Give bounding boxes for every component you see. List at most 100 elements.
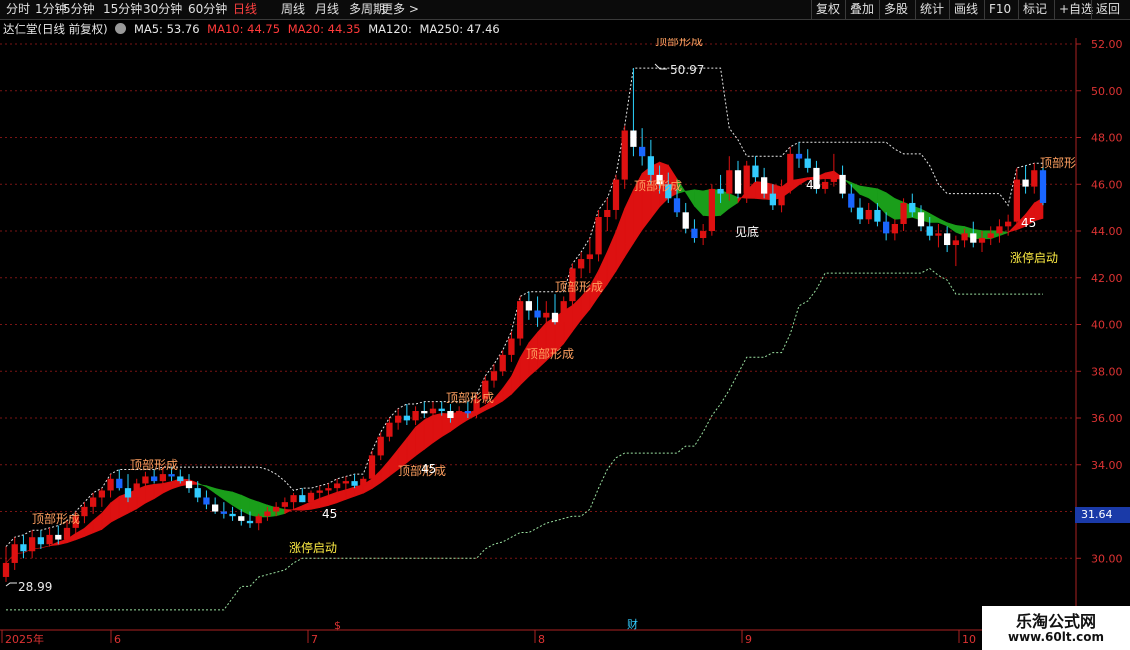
annotation-top-formed: 顶部形成 [446,390,494,405]
toolbar-button-4[interactable]: 画线 [954,0,978,19]
trend-band-segment [728,193,739,209]
annotation-num: 45 [806,178,821,192]
trend-band-segment [624,189,634,258]
dividend-marker: $ [334,619,341,632]
candle-body [238,516,245,521]
candle-body [20,544,27,552]
candle-body [839,174,846,194]
trend-band-segment [537,321,547,370]
candle-body [220,511,227,514]
candle-body [11,544,18,563]
candle-body [334,483,341,489]
candle-body [464,411,471,414]
x-tick-label: 2025年 [5,632,44,646]
annotation-top-formed-short: 顶部形 [1040,155,1076,170]
candle-body [46,534,53,545]
candle-body [194,488,201,498]
toolbar-tab-4[interactable]: 30分钟 [143,0,182,19]
candle-body [447,411,454,419]
candle-body [421,411,428,414]
toolbar-button-3[interactable]: 统计 [920,0,944,19]
candle-body [865,209,872,220]
candle-body [246,520,254,524]
candle-body [848,193,855,208]
annotation-limit-start: 涨停启动 [1010,250,1058,265]
trend-band-segment [380,459,390,484]
toolbar-tab-7[interactable]: 周线 [281,0,305,19]
trend-band-segment [493,387,504,407]
candle-body [952,240,959,246]
trend-band-segment [345,486,355,500]
toolbar-tab-1[interactable]: 1分钟 [35,0,67,19]
toolbar-separator [1091,0,1092,19]
toolbar-tab-0[interactable]: 分时 [6,0,30,19]
trend-band-segment [389,448,399,477]
toolbar-tab-10[interactable]: 更多 > [381,0,419,19]
candle-body [560,301,567,323]
candle-body [508,338,515,355]
candle-body [822,181,829,189]
candle-body [717,188,724,194]
trend-band-segment [868,187,878,206]
trend-band-segment [40,545,50,549]
candle-body [29,537,36,552]
toolbar-tab-3[interactable]: 15分钟 [103,0,142,19]
y-tick-label: 38.00 [1091,365,1123,378]
toolbar-button-7[interactable]: +自选 [1059,0,1093,19]
candle-body [456,411,463,419]
candle-body [1022,179,1029,187]
candle-body [281,502,288,507]
toolbar-tab-2[interactable]: 5分钟 [63,0,95,19]
toolbar-tab-6[interactable]: 日线 [233,0,257,19]
candle-body [273,506,280,512]
y-tick-label: 30.00 [1091,552,1123,565]
toolbar-separator [845,0,846,19]
candlestick-chart[interactable]: 52.00 50.00 48.00 46.00 44.00 42.00 40.00 38.00… [0,38,1130,650]
toolbar-button-2[interactable]: 多股 [884,0,908,19]
candle-body [970,233,977,243]
trend-band-segment [145,483,155,504]
ma120-label: MA120: [368,22,412,36]
toolbar-button-6[interactable]: 标记 [1023,0,1047,19]
candle-body [551,312,559,323]
candle-body [63,527,71,540]
toolbar-tab-8[interactable]: 月线 [315,0,339,19]
trend-band-segment [336,489,347,504]
settings-icon[interactable] [115,23,127,34]
candle-body [290,495,297,503]
candle-body [395,415,402,423]
trend-band-segment [929,212,939,223]
toolbar-button-1[interactable]: 叠加 [850,0,874,19]
trend-band-segment [319,494,329,508]
toolbar-button-5[interactable]: F10 [989,0,1011,19]
candle-body [133,483,140,498]
toolbar: 分时 1分钟 5分钟 15分钟 30分钟 60分钟 日线 周线 月线 多周期 更多 > 复权 叠加 多股统… [0,0,1130,20]
watermark-name: 乐淘公式网 [1015,612,1096,631]
candle-body [578,259,585,269]
watermark-url: www.60lt.com [1007,630,1105,644]
toolbar-separator [1018,0,1019,19]
candle-body [342,481,349,484]
trend-band-segment [720,189,730,217]
candle-body [360,478,367,486]
ma20-label: MA20: 44.35 [287,22,361,36]
candle-body [1039,170,1047,203]
toolbar-tab-9[interactable]: 多周期 [349,0,385,19]
candle-body [229,513,236,517]
candle-body [325,488,332,491]
candle-body [386,422,393,437]
watermark-logo: 乐淘公式网 www.60lt.com [982,606,1130,650]
trend-band-segment [284,508,294,514]
current-price-tag: 31.64 [1075,507,1130,523]
trend-band-segment [84,519,94,537]
candle-body [673,198,681,213]
trend-band-segment [328,491,338,506]
candle-body [900,202,907,224]
toolbar-button-0[interactable]: 复权 [816,0,840,19]
annotation-num: 45 [421,462,436,476]
toolbar-tab-5[interactable]: 60分钟 [188,0,227,19]
y-tick-label: 50.00 [1091,85,1123,98]
candle-body [299,495,306,503]
candle-body [612,179,620,210]
toolbar-button-8[interactable]: 返回 [1096,0,1120,19]
